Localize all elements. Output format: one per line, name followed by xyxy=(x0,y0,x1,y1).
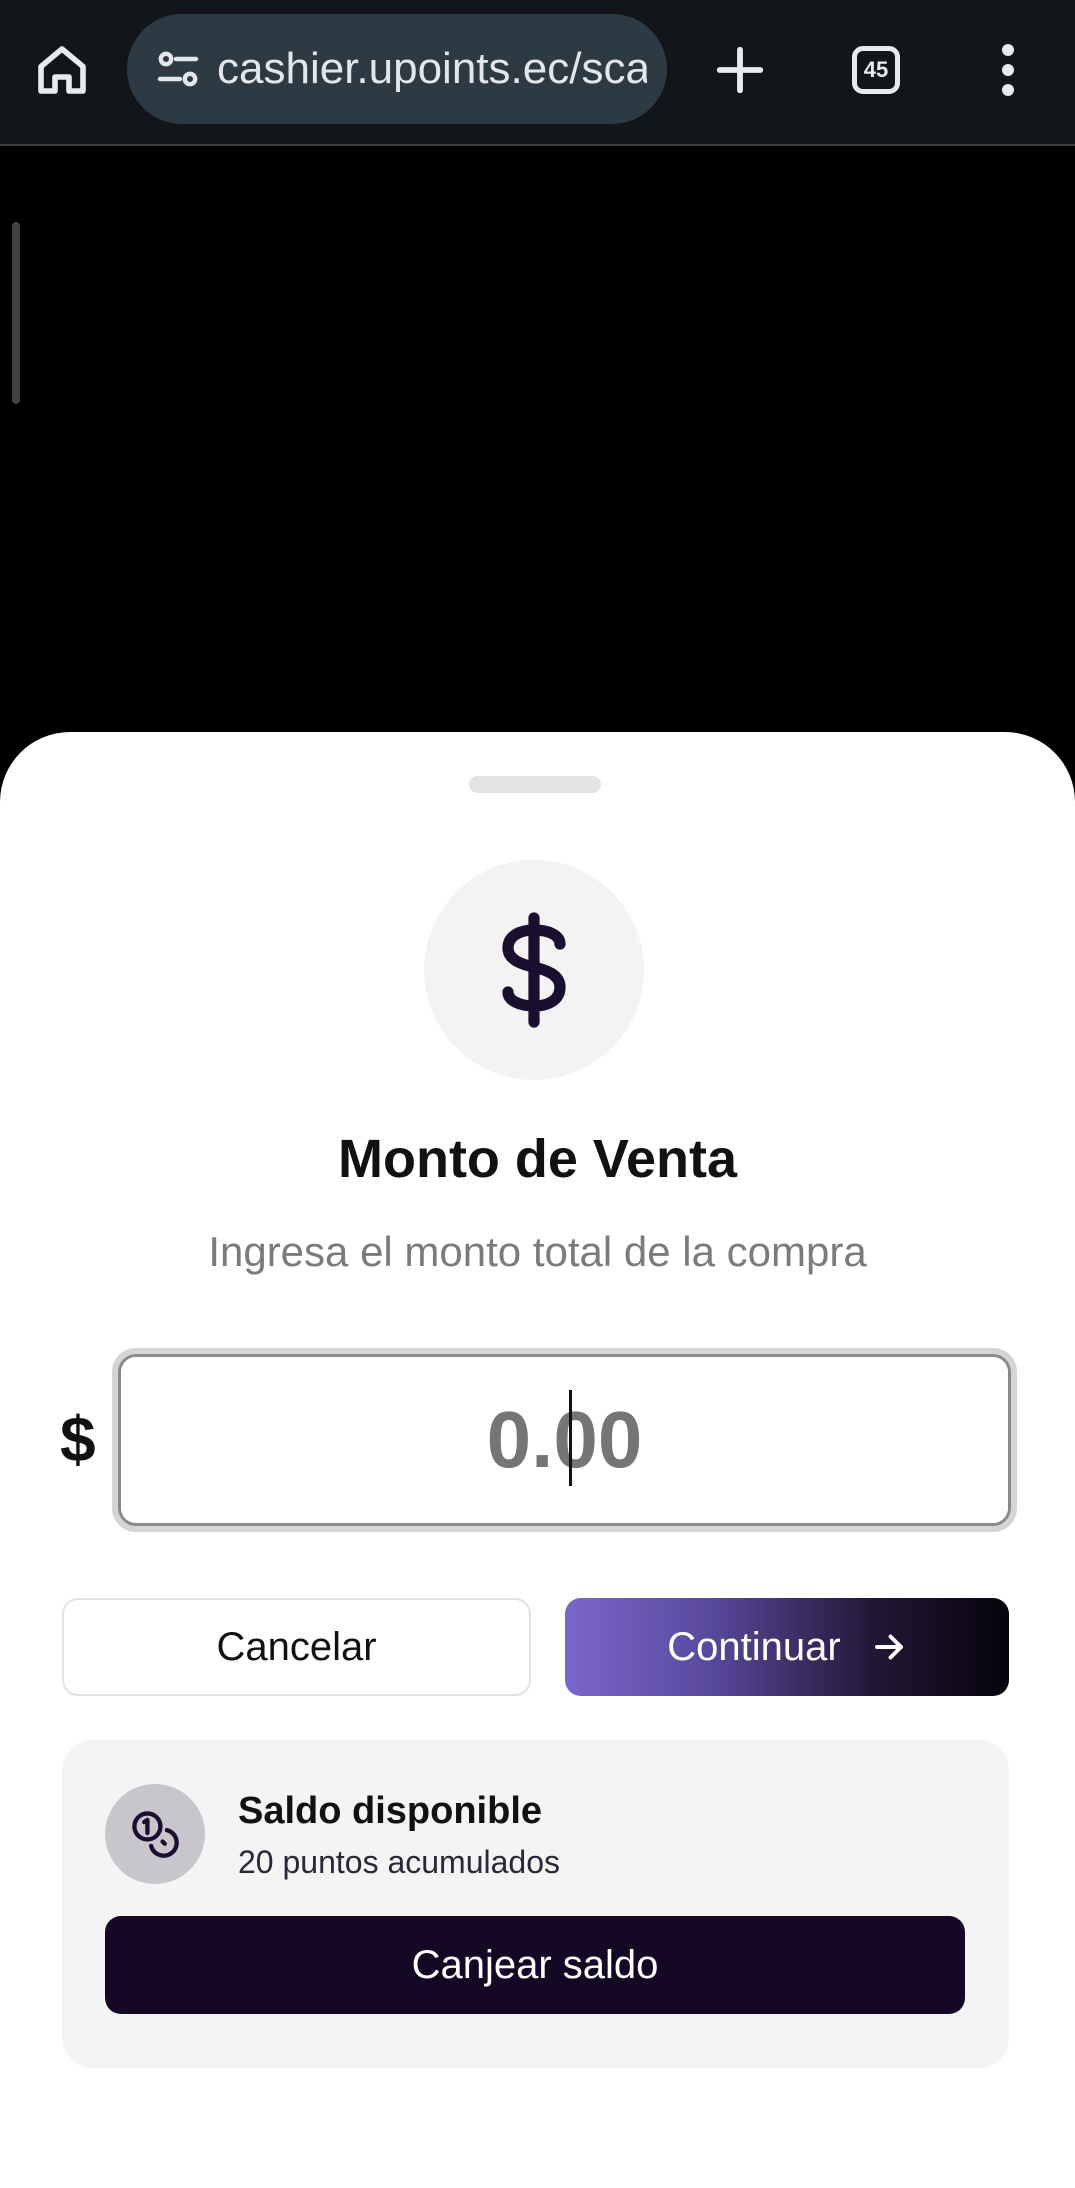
balance-points: 20 puntos acumulados xyxy=(238,1844,560,1880)
dollar-icon xyxy=(502,912,566,1028)
tab-switcher-icon: 45 xyxy=(852,46,900,94)
continue-button[interactable]: Continuar xyxy=(565,1598,1009,1696)
home-icon xyxy=(38,46,86,94)
url-bar[interactable]: cashier.upoints.ec/sca xyxy=(127,14,667,124)
scroll-indicator xyxy=(12,222,20,404)
more-menu-button[interactable] xyxy=(968,30,1048,110)
currency-symbol: $ xyxy=(60,1403,96,1475)
amount-field-wrapper xyxy=(112,1348,1017,1532)
amount-input[interactable] xyxy=(118,1354,1011,1526)
more-vert-icon xyxy=(1002,44,1014,96)
arrow-right-icon xyxy=(874,1634,903,1660)
page-subtitle: Ingresa el monto total de la compra xyxy=(208,1228,867,1275)
tab-switcher-button[interactable]: 45 xyxy=(836,30,916,110)
new-tab-button[interactable] xyxy=(700,30,780,110)
page-title: Monto de Venta xyxy=(337,1129,737,1189)
balance-card: Saldo disponible 20 puntos acumulados Ca… xyxy=(62,1740,1009,2068)
redeem-balance-button[interactable]: Canjear saldo xyxy=(105,1916,965,2014)
continue-label: Continuar xyxy=(667,1624,841,1669)
balance-title: Saldo disponible xyxy=(238,1790,543,1832)
bottom-sheet: Monto de Venta Ingresa el monto total de… xyxy=(0,732,1075,2188)
text-caret xyxy=(569,1390,572,1486)
browser-toolbar: cashier.upoints.ec/sca 45 xyxy=(0,0,1075,146)
dollar-icon-badge xyxy=(424,860,644,1080)
coins-icon-badge xyxy=(105,1784,205,1884)
coins-icon xyxy=(132,1811,179,1858)
url-text[interactable]: cashier.upoints.ec/sca xyxy=(217,44,647,94)
site-settings-icon xyxy=(157,51,199,87)
site-settings-button[interactable] xyxy=(147,38,209,100)
sheet-drag-handle[interactable] xyxy=(469,776,601,793)
home-button[interactable] xyxy=(22,30,102,110)
cancel-button[interactable]: Cancelar xyxy=(62,1598,531,1696)
plus-icon xyxy=(716,46,764,94)
tab-count: 45 xyxy=(863,57,889,82)
